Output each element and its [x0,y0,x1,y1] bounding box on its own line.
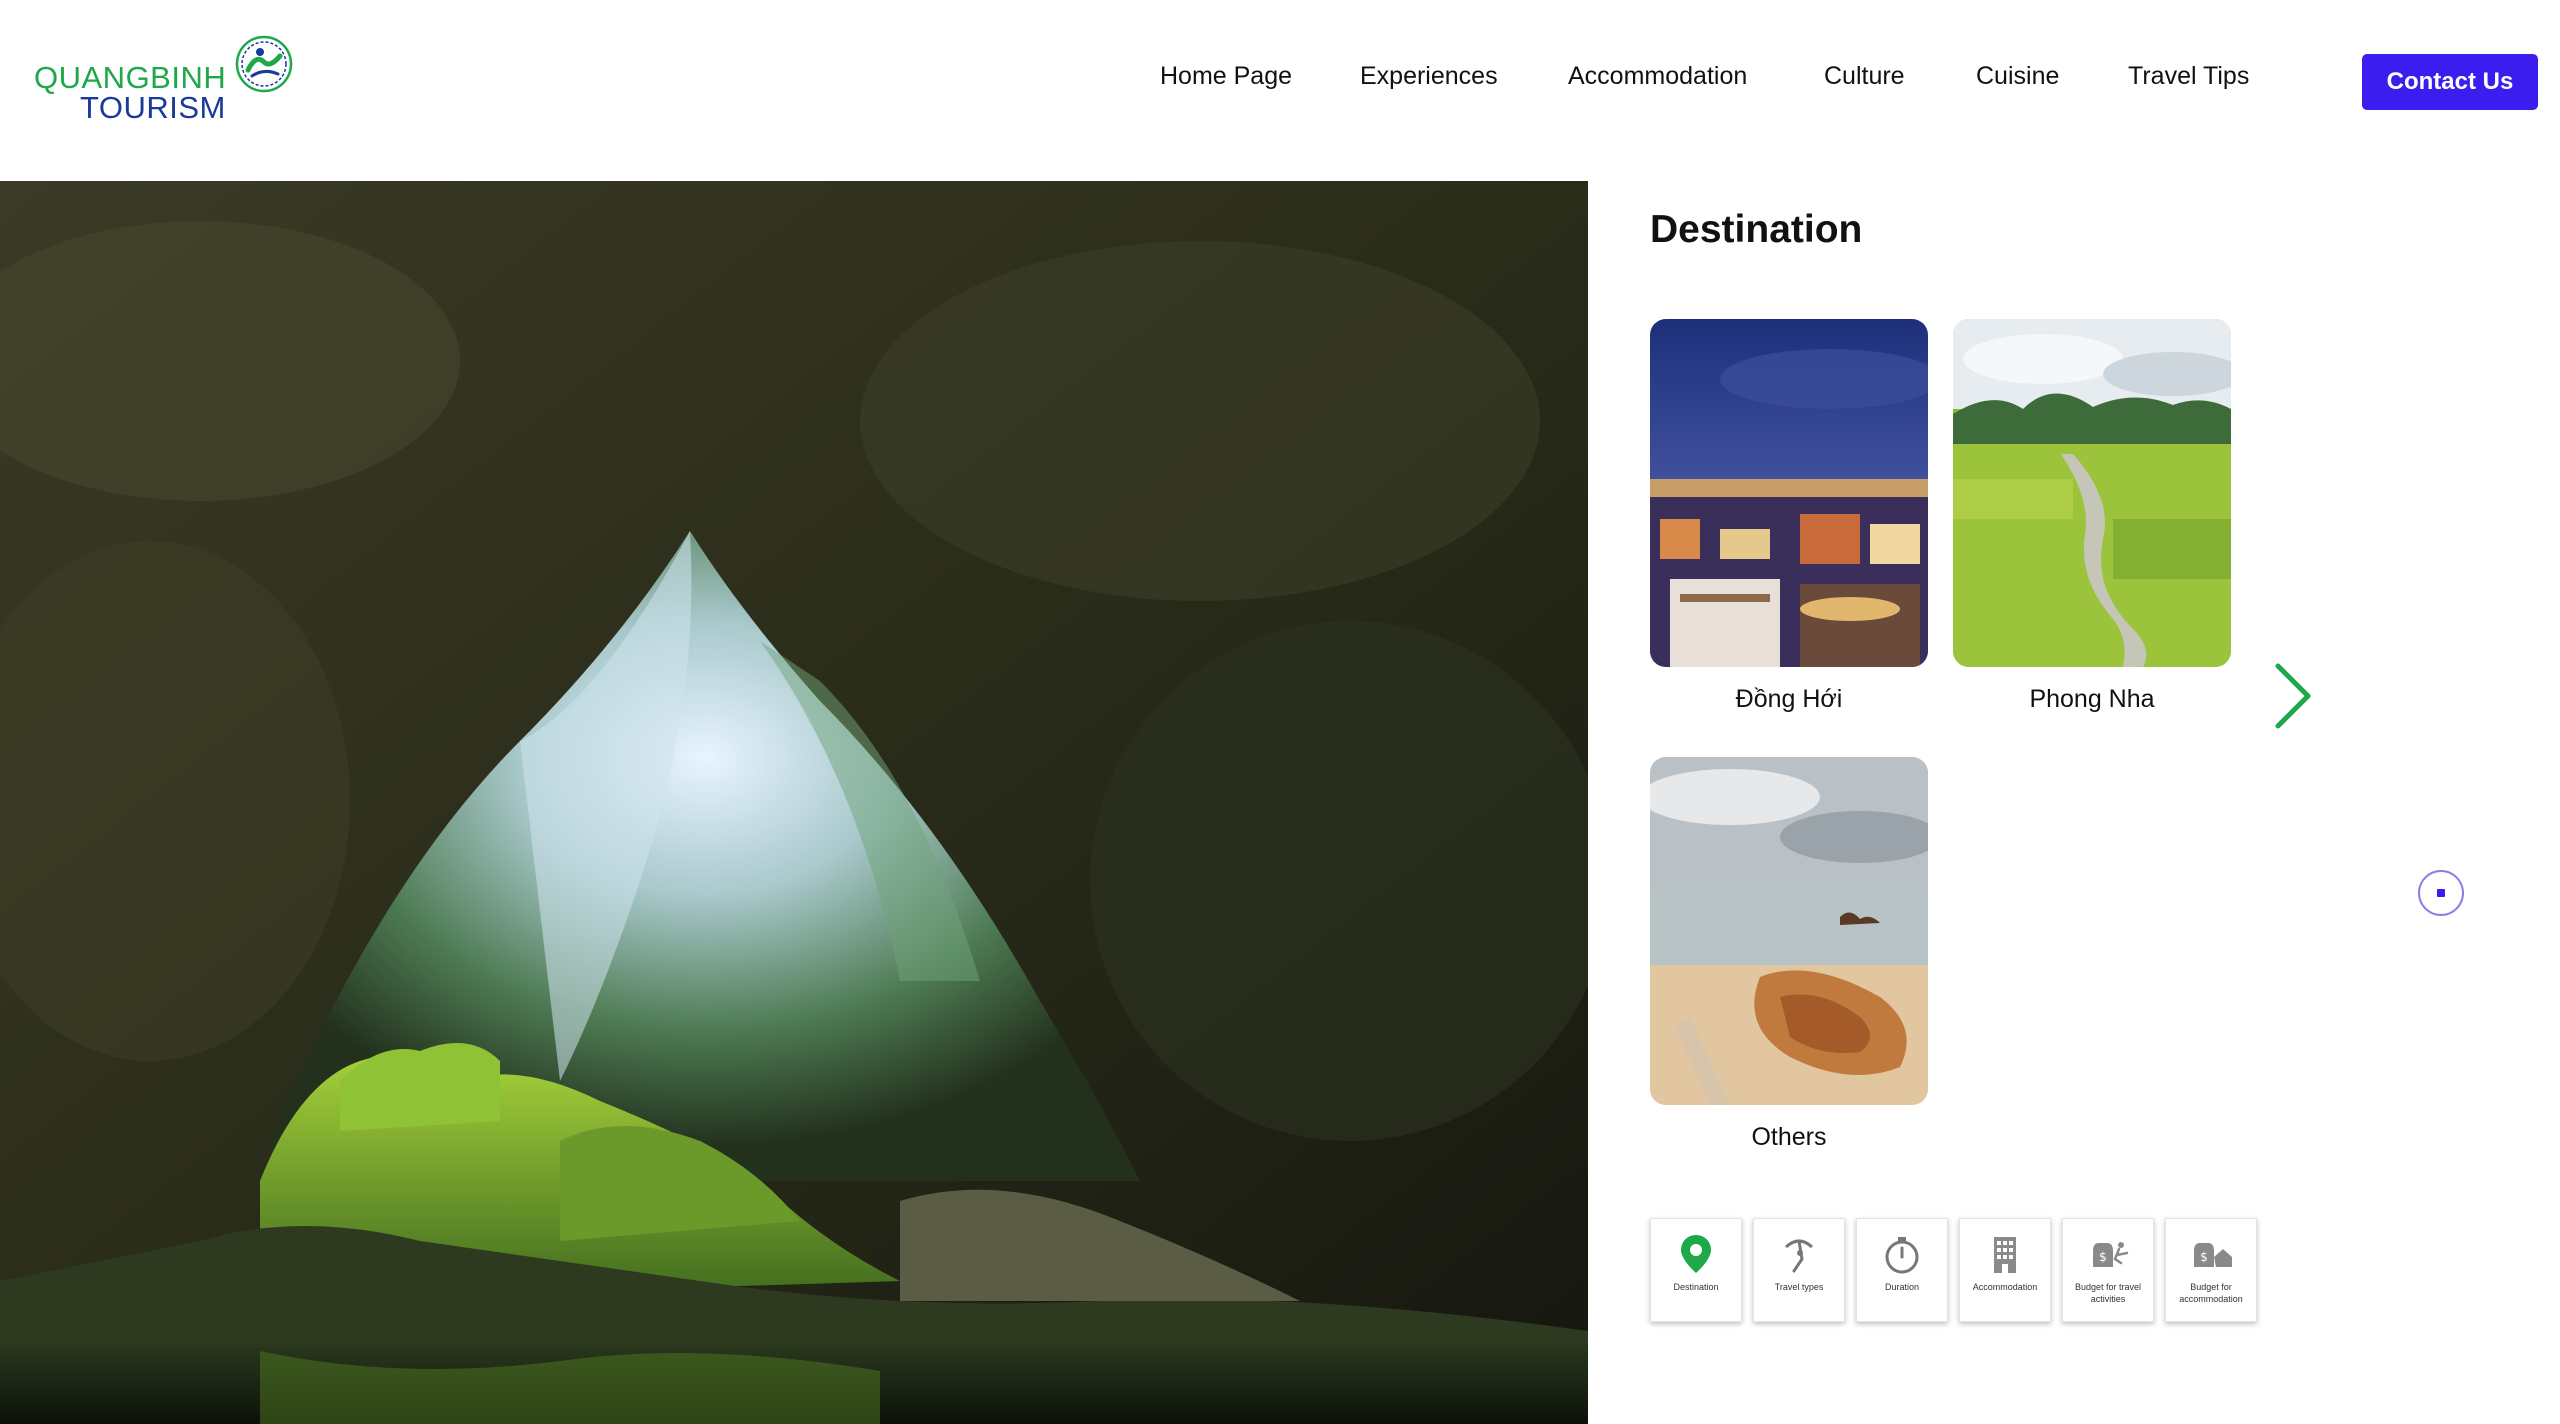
money-bag-home-icon: $ [2194,1243,2232,1267]
nav-home-page[interactable]: Home Page [1160,62,1292,91]
filter-duration[interactable]: Duration [1856,1218,1948,1322]
travel-types-icon [1784,1239,1814,1273]
map-pin-icon [1681,1235,1711,1273]
destination-card-others[interactable]: Others [1650,757,1928,1152]
nav-accommodation[interactable]: Accommodation [1568,62,1747,91]
filter-budget-activities-label: Budget for travel activities [2074,1282,2142,1304]
nav-cuisine[interactable]: Cuisine [1976,62,2059,91]
destination-title: Destination [1650,208,1863,251]
filter-strip: Destination Travel types Duration Accomm… [1650,1218,2257,1322]
svg-text:$: $ [2099,1250,2107,1264]
filter-accommodation-label: Accommodation [1972,1282,2038,1292]
nav-culture[interactable]: Culture [1824,62,1905,91]
destination-card-phong-nha[interactable]: Phong Nha [1953,319,2231,714]
logo-emblem-icon [235,35,293,93]
filter-budget-accommodation[interactable]: $ Budget for accommodation [2165,1218,2257,1322]
filter-duration-label: Duration [1884,1282,1920,1292]
others-image [1650,757,1928,1105]
floating-action-button[interactable] [2418,870,2464,916]
others-label: Others [1751,1123,1827,1151]
dong-hoi-image [1650,319,1928,667]
stopwatch-icon [1885,1237,1919,1274]
filter-destination-label: Destination [1673,1282,1719,1292]
filter-accommodation[interactable]: Accommodation [1959,1218,2051,1322]
money-bag-activity-icon: $ [2093,1242,2129,1267]
logo-text-line2: TOURISM [80,90,226,125]
site-header: QUANGBINH TOURISM Home Page Experiences … [0,0,2560,180]
building-icon [1994,1237,2016,1273]
dong-hoi-label: Đồng Hới [1735,685,1843,713]
contact-us-button[interactable]: Contact Us [2362,54,2538,110]
filter-travel-types-label: Travel types [1774,1282,1824,1292]
filter-destination[interactable]: Destination [1650,1218,1742,1322]
phong-nha-image [1953,319,2231,667]
phong-nha-label: Phong Nha [2029,685,2155,713]
chevron-right-icon[interactable] [2268,660,2318,732]
nav-travel-tips[interactable]: Travel Tips [2128,62,2249,91]
destination-card-dong-hoi[interactable]: Đồng Hới [1650,319,1928,714]
nav-experiences[interactable]: Experiences [1360,62,1498,91]
svg-text:$: $ [2200,1250,2208,1264]
hero-cave-image [0,181,1588,1424]
filter-budget-accommodation-label: Budget for accommodation [2179,1282,2243,1304]
filter-travel-types[interactable]: Travel types [1753,1218,1845,1322]
site-logo[interactable]: QUANGBINH TOURISM [34,34,304,134]
filter-budget-activities[interactable]: $ Budget for travel activities [2062,1218,2154,1322]
